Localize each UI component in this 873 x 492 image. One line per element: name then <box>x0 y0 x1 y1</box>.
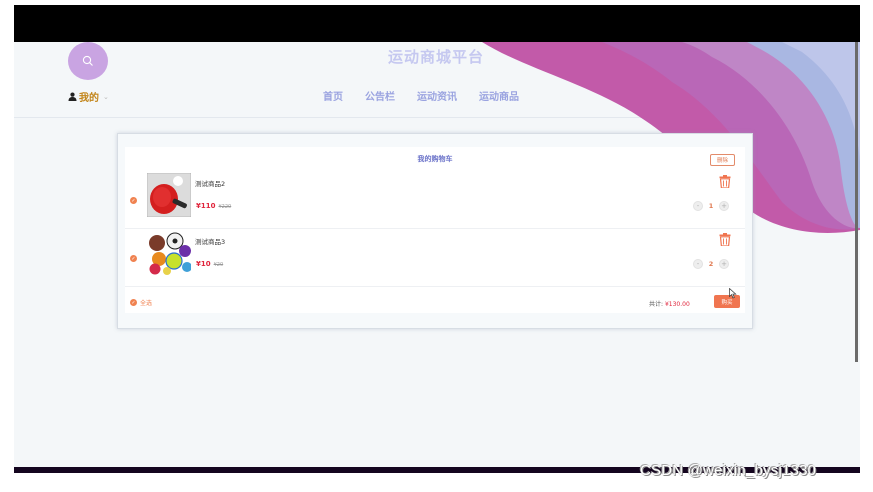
trash-icon[interactable] <box>719 233 731 246</box>
increment-button[interactable]: + <box>719 259 729 269</box>
price-current: ¥10 <box>196 260 211 268</box>
delete-button[interactable]: 删除 <box>710 154 735 166</box>
product-name: 测试商品2 <box>195 180 226 188</box>
nav-item-announcements[interactable]: 公告栏 <box>365 88 395 103</box>
cart-item: ✓ 测试商品3 ¥10 ¥20 - 2 + <box>125 229 745 287</box>
app-window: 我的 ⌄ 运动商城平台 首页 公告栏 运动资讯 运动商品 我的购物车 删除 ✓ <box>14 42 860 467</box>
watermark-text: CSDN @weixin_bysj1330 <box>640 462 817 479</box>
main-nav: 首页 公告栏 运动资讯 运动商品 <box>323 88 519 103</box>
increment-button[interactable]: + <box>719 201 729 211</box>
cart-panel: 我的购物车 删除 ✓ 测试商品2 ¥110 ¥220 - 1 + ✓ 测试商品3… <box>117 133 753 329</box>
quantity-stepper: - 1 + <box>693 201 729 211</box>
price-current: ¥110 <box>196 202 216 210</box>
product-price: ¥110 ¥220 <box>196 202 231 210</box>
select-all[interactable]: ✓ 全选 <box>130 298 152 307</box>
product-name: 测试商品3 <box>195 238 226 246</box>
decrement-button[interactable]: - <box>693 259 703 269</box>
scrollbar[interactable] <box>855 42 858 362</box>
nav-item-news[interactable]: 运动资讯 <box>417 88 457 103</box>
cart-title: 我的购物车 <box>417 155 453 163</box>
search-button[interactable] <box>68 42 108 80</box>
site-header: 我的 ⌄ 运动商城平台 首页 公告栏 运动资讯 运动商品 <box>14 42 860 233</box>
product-image <box>149 232 191 275</box>
site-title: 运动商城平台 <box>388 48 485 66</box>
cart-total: 共计: ¥130.00 <box>649 299 690 308</box>
quantity-value: 2 <box>708 260 714 268</box>
price-original: ¥20 <box>213 262 224 268</box>
quantity-value: 1 <box>708 202 714 210</box>
total-amount: ¥130.00 <box>664 301 690 308</box>
user-icon <box>68 92 77 101</box>
check-circle-icon[interactable]: ✓ <box>130 255 137 262</box>
browser-top-bar <box>14 5 860 42</box>
chevron-down-icon: ⌄ <box>103 92 109 101</box>
product-price: ¥10 ¥20 <box>196 260 223 268</box>
price-original: ¥220 <box>218 204 232 210</box>
total-label: 共计: <box>649 301 664 308</box>
product-image <box>147 173 191 217</box>
nav-item-products[interactable]: 运动商品 <box>479 88 519 103</box>
decrement-button[interactable]: - <box>693 201 703 211</box>
check-circle-icon: ✓ <box>130 299 137 306</box>
nav-item-home[interactable]: 首页 <box>323 88 343 103</box>
cart-card: 我的购物车 删除 ✓ 测试商品2 ¥110 ¥220 - 1 + ✓ 测试商品3… <box>125 147 745 313</box>
mouse-cursor-icon <box>729 288 737 299</box>
check-circle-icon[interactable]: ✓ <box>130 197 137 204</box>
user-menu[interactable]: 我的 ⌄ <box>68 89 109 104</box>
quantity-stepper: - 2 + <box>693 259 729 269</box>
cart-item: ✓ 测试商品2 ¥110 ¥220 - 1 + <box>125 171 745 229</box>
search-icon <box>82 55 93 66</box>
trash-icon[interactable] <box>719 175 731 188</box>
user-menu-label: 我的 <box>79 93 99 104</box>
cart-footer: ✓ 全选 共计: ¥130.00 购买 <box>125 293 745 313</box>
select-all-label: 全选 <box>140 300 153 307</box>
